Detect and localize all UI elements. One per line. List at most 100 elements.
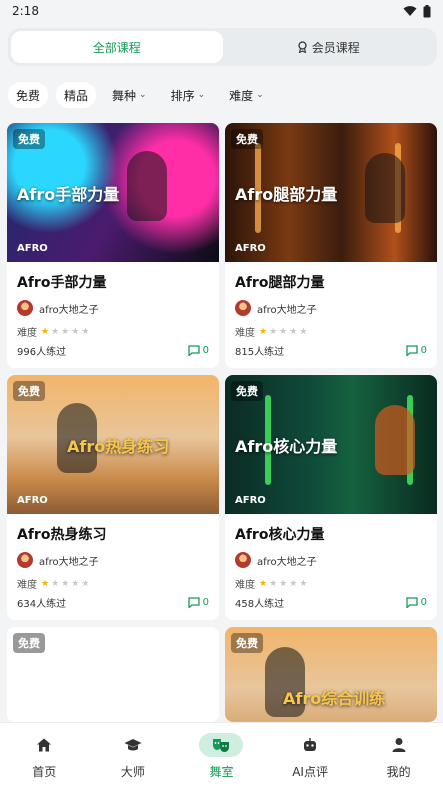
- free-badge: 免费: [13, 129, 45, 149]
- tab-all-courses-label: 全部课程: [92, 40, 141, 55]
- author-name: afro大地之子: [257, 304, 317, 316]
- comment-count[interactable]: 0: [405, 343, 427, 358]
- tab-dance-studio-label: 舞室: [209, 764, 234, 779]
- practiced-count: 996人练过: [17, 347, 67, 358]
- course-thumbnail: 免费 Afro手部力量 AFRO: [7, 123, 219, 262]
- course-author: afro大地之子: [17, 552, 209, 568]
- course-card[interactable]: 免费 Afro手部力量 AFRO Afro手部力量 afro大地之子 难度 ★★★…: [7, 123, 219, 368]
- thumbnail-title: Afro核心力量: [235, 437, 338, 456]
- avatar: [17, 552, 33, 568]
- practiced-count: 458人练过: [235, 599, 285, 610]
- course-thumbnail: 免费 Afro综合训练: [225, 627, 437, 722]
- tab-home[interactable]: 首页: [0, 723, 89, 789]
- free-badge: 免费: [231, 633, 263, 653]
- practiced-count: 815人练过: [235, 347, 285, 358]
- thumbnail-tag: AFRO: [235, 495, 266, 506]
- course-footer: 996人练过 0: [17, 343, 209, 358]
- comment-count-value: 0: [420, 345, 427, 356]
- free-badge: 免费: [231, 381, 263, 401]
- star-filled-icon: ★: [41, 326, 52, 337]
- difficulty-label: 难度: [17, 580, 37, 591]
- course-info: Afro腿部力量 afro大地之子 难度 ★★★★★ 815人练过 0: [225, 262, 437, 368]
- tab-all-courses[interactable]: 全部课程: [11, 31, 223, 63]
- tab-masters[interactable]: 大师: [89, 723, 178, 789]
- difficulty-label: 难度: [235, 328, 255, 339]
- course-thumbnail: 免费: [7, 627, 219, 722]
- difficulty-label: 难度: [235, 580, 255, 591]
- difficulty-rating: 难度 ★★★★★: [17, 576, 209, 592]
- difficulty-rating: 难度 ★★★★★: [17, 324, 209, 340]
- avatar: [235, 300, 251, 316]
- star-empty-icon: ★: [71, 578, 82, 589]
- thumbnail-tag: AFRO: [235, 243, 266, 254]
- status-bar: 2:18: [0, 0, 443, 22]
- thumbnail-title: Afro综合训练: [283, 689, 386, 708]
- difficulty-label: 难度: [17, 328, 37, 339]
- tab-home-label: 首页: [32, 764, 57, 779]
- status-icons: [403, 4, 431, 18]
- comment-count[interactable]: 0: [187, 343, 209, 358]
- thumbnail-tag: AFRO: [17, 495, 48, 506]
- filter-difficulty[interactable]: 难度 ⌄: [221, 82, 272, 108]
- member-badge-icon: [298, 41, 307, 53]
- clock: 2:18: [12, 4, 39, 18]
- practiced-count: 634人练过: [17, 599, 67, 610]
- free-badge: 免费: [13, 633, 45, 653]
- course-info: Afro手部力量 afro大地之子 难度 ★★★★★ 996人练过 0: [7, 262, 219, 368]
- masks-icon: [199, 732, 244, 757]
- author-name: afro大地之子: [39, 556, 99, 568]
- filter-dance-style[interactable]: 舞种 ⌄: [104, 82, 155, 108]
- star-empty-icon: ★: [269, 326, 280, 337]
- course-title: Afro核心力量: [235, 527, 325, 543]
- tab-member-courses[interactable]: 会员课程: [223, 31, 435, 63]
- filter-sort[interactable]: 排序 ⌄: [163, 82, 214, 108]
- filter-free[interactable]: 免费: [8, 82, 49, 108]
- course-card[interactable]: 免费 Afro核心力量 AFRO Afro核心力量 afro大地之子 难度 ★★★…: [225, 375, 437, 620]
- bottom-tab-bar: 首页 大师 舞室 AI点评 我的: [0, 722, 443, 789]
- tab-profile-label: 我的: [386, 764, 411, 779]
- course-info: Afro热身练习 afro大地之子 难度 ★★★★★ 634人练过 0: [7, 514, 219, 620]
- star-empty-icon: ★: [71, 326, 82, 337]
- tab-ai-review[interactable]: AI点评: [266, 723, 355, 789]
- course-info: Afro核心力量 afro大地之子 难度 ★★★★★ 458人练过 0: [225, 514, 437, 620]
- star-empty-icon: ★: [61, 578, 72, 589]
- tab-profile[interactable]: 我的: [354, 723, 443, 789]
- star-empty-icon: ★: [269, 578, 280, 589]
- course-card[interactable]: 免费: [7, 627, 219, 722]
- star-empty-icon: ★: [61, 326, 72, 337]
- star-empty-icon: ★: [51, 326, 62, 337]
- dancer-figure: [375, 405, 415, 475]
- home-icon: [22, 733, 66, 757]
- free-badge: 免费: [231, 129, 263, 149]
- course-card[interactable]: 免费 Afro热身练习 AFRO Afro热身练习 afro大地之子 难度 ★★★…: [7, 375, 219, 620]
- wifi-icon: [403, 6, 417, 16]
- star-empty-icon: ★: [289, 326, 300, 337]
- thumbnail-title: Afro腿部力量: [235, 185, 338, 204]
- star-empty-icon: ★: [299, 578, 310, 589]
- difficulty-rating: 难度 ★★★★★: [235, 324, 427, 340]
- star-empty-icon: ★: [299, 326, 310, 337]
- course-thumbnail: 免费 Afro核心力量 AFRO: [225, 375, 437, 514]
- filter-premium[interactable]: 精品: [56, 82, 97, 108]
- filter-bar: 免费 精品 舞种 ⌄ 排序 ⌄ 难度 ⌄: [8, 82, 272, 108]
- comment-icon: [187, 597, 200, 608]
- thumbnail-title: Afro热身练习: [67, 437, 170, 456]
- filter-dance-style-label: 舞种: [112, 88, 137, 103]
- course-card[interactable]: 免费 Afro腿部力量 AFRO Afro腿部力量 afro大地之子 难度 ★★★…: [225, 123, 437, 368]
- star-filled-icon: ★: [259, 326, 270, 337]
- robot-icon: [288, 733, 332, 757]
- tab-dance-studio[interactable]: 舞室: [177, 723, 266, 789]
- tab-ai-review-label: AI点评: [292, 764, 328, 779]
- chevron-down-icon: ⌄: [139, 90, 147, 100]
- difficulty-stars: ★★★★★: [41, 579, 91, 589]
- avatar: [235, 552, 251, 568]
- course-type-segment: 全部课程 会员课程: [8, 28, 437, 66]
- filter-difficulty-label: 难度: [229, 88, 254, 103]
- comment-count[interactable]: 0: [187, 595, 209, 610]
- course-card[interactable]: 免费 Afro综合训练: [225, 627, 437, 722]
- dancer-figure: [127, 151, 167, 221]
- avatar: [17, 300, 33, 316]
- star-empty-icon: ★: [81, 326, 92, 337]
- user-icon: [377, 733, 421, 757]
- comment-count[interactable]: 0: [405, 595, 427, 610]
